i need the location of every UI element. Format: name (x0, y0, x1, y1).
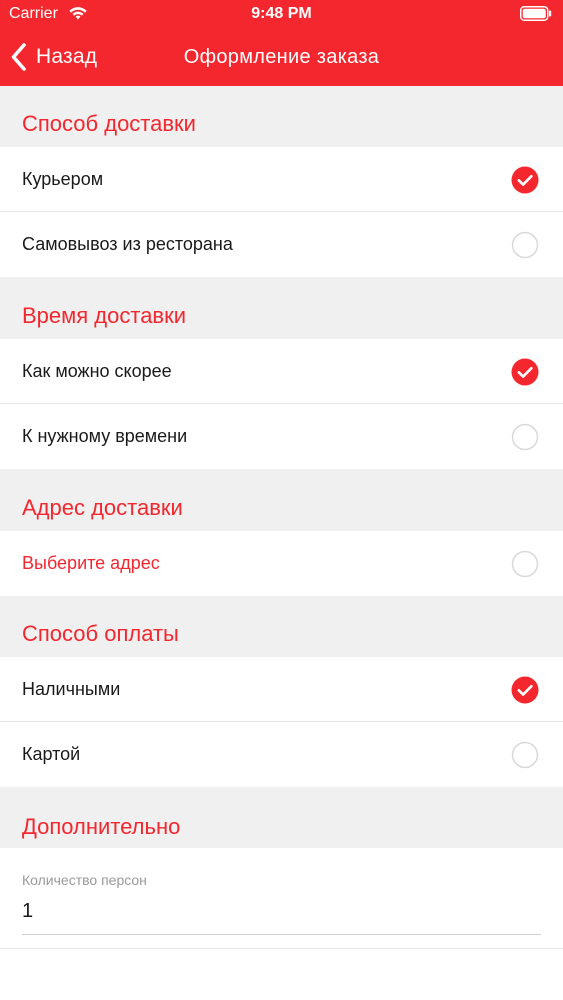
empty-circle-icon (511, 550, 539, 578)
option-courier[interactable]: Курьером (0, 147, 563, 212)
status-time: 9:48 PM (251, 5, 312, 22)
status-bar: Carrier 9:48 PM (0, 0, 563, 30)
option-label: Как можно скорее (22, 361, 172, 381)
empty-circle-icon (511, 423, 539, 451)
persons-count-input[interactable] (22, 900, 541, 923)
option-choose-address[interactable]: Выберите адрес (0, 531, 563, 596)
empty-circle-icon (511, 741, 539, 769)
section-title: Дополнительно (22, 814, 181, 839)
persons-field-block: Количество персон (0, 848, 563, 949)
section-title: Время доставки (22, 303, 187, 328)
checkmark-circle-icon (511, 166, 539, 194)
top-bar: Carrier 9:48 PM Назад Оформление заказа (0, 0, 563, 86)
persons-field-underline (22, 934, 541, 935)
option-label: К нужному времени (22, 426, 188, 446)
page-title: Оформление заказа (183, 46, 380, 68)
section-header-delivery-method: Способ доставки (0, 86, 563, 147)
empty-circle-icon (511, 231, 539, 259)
option-label: Выберите адрес (22, 553, 160, 573)
option-label: Наличными (22, 679, 121, 699)
option-asap[interactable]: Как можно скорее (0, 339, 563, 404)
option-cash[interactable]: Наличными (0, 657, 563, 722)
section-header-payment-method: Способ оплаты (0, 596, 563, 657)
option-label: Картой (22, 744, 81, 764)
section-header-additional: Дополнительно (0, 787, 563, 848)
section-header-delivery-address: Адрес доставки (0, 469, 563, 531)
section-title: Способ оплаты (22, 621, 179, 646)
option-pickup[interactable]: Самовывоз из ресторана (0, 212, 563, 277)
checkmark-circle-icon (511, 676, 539, 704)
persons-field-caption: Количество персон (22, 872, 147, 888)
section-title: Способ доставки (22, 111, 196, 136)
section-header-delivery-time: Время доставки (0, 277, 563, 339)
order-screen: Carrier 9:48 PM Назад Оформление заказа (0, 0, 563, 1000)
option-label: Курьером (22, 169, 104, 189)
checkmark-circle-icon (511, 358, 539, 386)
navigation-bar: Назад Оформление заказа (0, 30, 563, 86)
option-card[interactable]: Картой (0, 722, 563, 787)
section-title: Адрес доставки (22, 495, 183, 520)
bottom-divider (0, 948, 563, 949)
option-scheduled-time[interactable]: К нужному времени (0, 404, 563, 469)
option-label: Самовывоз из ресторана (22, 234, 233, 254)
battery-icon (520, 6, 552, 21)
